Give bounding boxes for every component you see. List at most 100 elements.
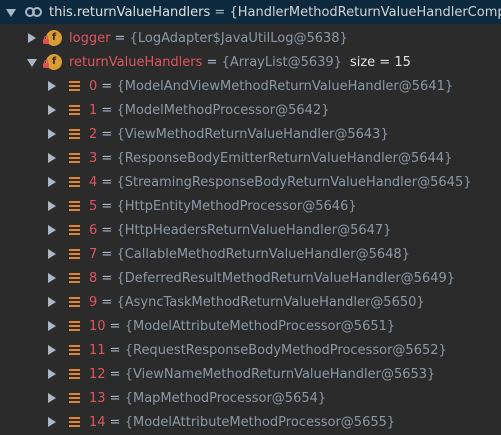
element-value: {RequestResponseBodyMethodProcessor@5652… — [124, 342, 447, 358]
field-value: {ArrayList@5639} — [221, 54, 342, 70]
field-row-return-value-handlers[interactable]: f returnValueHandlers = {ArrayList@5639}… — [0, 50, 501, 74]
element-index: 1 — [89, 102, 98, 118]
element-index: 14 — [89, 414, 106, 430]
field-row-logger[interactable]: f logger = {LogAdapter$JavaUtilLog@5638} — [0, 26, 501, 50]
element-value: {ModelMethodProcessor@5642} — [116, 102, 330, 118]
array-element-icon — [69, 224, 80, 236]
element-equals: = — [97, 222, 117, 238]
array-element-icon — [69, 416, 80, 428]
element-equals: = — [97, 198, 117, 214]
element-equals: = — [97, 102, 117, 118]
list-size-label: size = 15 — [349, 54, 411, 70]
field-equals: = — [110, 30, 130, 46]
expand-arrow-icon[interactable] — [48, 201, 56, 211]
list-item[interactable]: 14 = {ModelAttributeMethodProcessor@5655… — [0, 410, 501, 434]
list-item[interactable]: 10 = {ModelAttributeMethodProcessor@5651… — [0, 314, 501, 338]
element-value: {StreamingResponseBodyReturnValueHandler… — [116, 174, 472, 190]
private-lock-icon — [43, 36, 49, 44]
field-name: logger — [69, 30, 111, 46]
element-index: 7 — [89, 246, 98, 262]
collapse-arrow-icon[interactable] — [27, 59, 37, 67]
expand-arrow-icon[interactable] — [48, 321, 56, 331]
array-element-icon — [69, 320, 80, 332]
element-value: {ViewMethodReturnValueHandler@5643} — [116, 126, 389, 142]
expand-arrow-icon[interactable] — [48, 81, 56, 91]
expand-arrow-icon[interactable] — [48, 129, 56, 139]
expand-arrow-icon[interactable] — [48, 177, 56, 187]
list-item[interactable]: 1 = {ModelMethodProcessor@5642} — [0, 98, 501, 122]
element-equals: = — [97, 126, 117, 142]
array-element-icon — [69, 272, 80, 284]
field-value: {LogAdapter$JavaUtilLog@5638} — [129, 30, 348, 46]
element-equals: = — [105, 390, 125, 406]
expand-arrow-icon[interactable] — [48, 105, 56, 115]
element-value: {ViewNameMethodReturnValueHandler@5653} — [124, 366, 436, 382]
element-value: {HttpEntityMethodProcessor@5646} — [116, 198, 357, 214]
list-item[interactable]: 7 = {CallableMethodReturnValueHandler@56… — [0, 242, 501, 266]
expand-arrow-icon[interactable] — [48, 369, 56, 379]
element-equals: = — [97, 150, 117, 166]
list-item[interactable]: 5 = {HttpEntityMethodProcessor@5646} — [0, 194, 501, 218]
array-element-icon — [69, 368, 80, 380]
field-f-icon: f — [43, 30, 62, 46]
array-element-icon — [69, 296, 80, 308]
element-equals: = — [105, 366, 125, 382]
element-equals: = — [105, 414, 125, 430]
list-item[interactable]: 4 = {StreamingResponseBodyReturnValueHan… — [0, 170, 501, 194]
element-index: 3 — [89, 150, 98, 166]
element-index: 8 — [89, 270, 98, 286]
array-element-icon — [69, 200, 80, 212]
field-equals: = — [202, 54, 222, 70]
expand-arrow-icon[interactable] — [28, 33, 36, 43]
element-index: 0 — [89, 78, 98, 94]
element-value: {ModelAttributeMethodProcessor@5655} — [124, 414, 396, 430]
element-value: {MapMethodProcessor@5654} — [124, 390, 327, 406]
element-index: 12 — [89, 366, 106, 382]
array-element-icon — [69, 80, 80, 92]
expand-arrow-icon[interactable] — [48, 417, 56, 427]
element-index: 11 — [89, 342, 106, 358]
field-name: returnValueHandlers — [69, 54, 203, 70]
element-value: {ModelAttributeMethodProcessor@5651} — [124, 318, 396, 334]
root-value: {HandlerMethodReturnValueHandlerComposit… — [229, 4, 501, 20]
collapse-arrow-icon[interactable] — [6, 9, 16, 17]
list-item[interactable]: 12 = {ViewNameMethodReturnValueHandler@5… — [0, 362, 501, 386]
element-equals: = — [97, 270, 117, 286]
array-element-icon — [69, 104, 80, 116]
element-value: {ResponseBodyEmitterReturnValueHandler@5… — [116, 150, 453, 166]
root-equals: = — [210, 4, 230, 20]
expand-arrow-icon[interactable] — [48, 153, 56, 163]
element-index: 9 — [89, 294, 98, 310]
expand-arrow-icon[interactable] — [48, 393, 56, 403]
element-value: {HttpHeadersReturnValueHandler@5647} — [116, 222, 392, 238]
element-value: {ModelAndViewMethodReturnValueHandler@56… — [116, 78, 454, 94]
expand-arrow-icon[interactable] — [48, 249, 56, 259]
array-element-icon — [69, 176, 80, 188]
element-index: 6 — [89, 222, 98, 238]
array-element-icon — [69, 392, 80, 404]
list-item[interactable]: 9 = {AsyncTaskMethodReturnValueHandler@5… — [0, 290, 501, 314]
array-element-icon — [69, 128, 80, 140]
list-item[interactable]: 8 = {DeferredResultMethodReturnValueHand… — [0, 266, 501, 290]
expand-arrow-icon[interactable] — [48, 273, 56, 283]
list-item[interactable]: 6 = {HttpHeadersReturnValueHandler@5647} — [0, 218, 501, 242]
element-equals: = — [97, 294, 117, 310]
list-item[interactable]: 3 = {ResponseBodyEmitterReturnValueHandl… — [0, 146, 501, 170]
list-item[interactable]: 0 = {ModelAndViewMethodReturnValueHandle… — [0, 74, 501, 98]
element-value: {CallableMethodReturnValueHandler@5648} — [116, 246, 410, 262]
debugger-variables-tree: this.returnValueHandlers = {HandlerMetho… — [0, 0, 501, 435]
array-element-icon — [69, 152, 80, 164]
list-item[interactable]: 2 = {ViewMethodReturnValueHandler@5643} — [0, 122, 501, 146]
root-name: this.returnValueHandlers — [49, 4, 211, 20]
expand-arrow-icon[interactable] — [48, 345, 56, 355]
element-equals: = — [97, 78, 117, 94]
expand-arrow-icon[interactable] — [48, 225, 56, 235]
expand-arrow-icon[interactable] — [48, 297, 56, 307]
list-item[interactable]: 13 = {MapMethodProcessor@5654} — [0, 386, 501, 410]
root-watch-row[interactable]: this.returnValueHandlers = {HandlerMetho… — [0, 0, 501, 24]
element-equals: = — [105, 318, 125, 334]
private-lock-icon — [43, 60, 49, 68]
array-element-icon — [69, 248, 80, 260]
array-element-icon — [69, 344, 80, 356]
list-item[interactable]: 11 = {RequestResponseBodyMethodProcessor… — [0, 338, 501, 362]
